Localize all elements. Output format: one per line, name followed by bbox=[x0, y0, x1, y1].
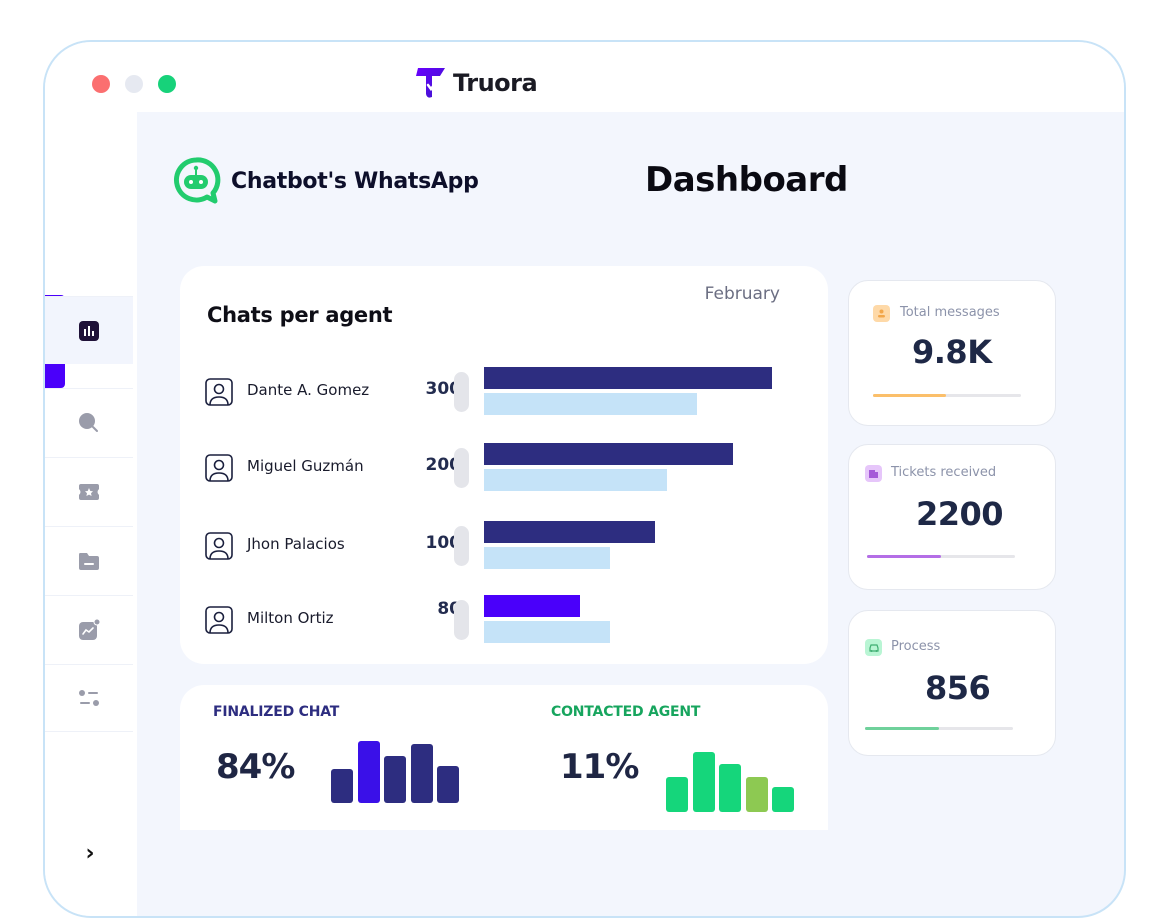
user-avatar-icon bbox=[205, 532, 233, 560]
agent-chat-count: 80 bbox=[437, 599, 461, 619]
truora-logo-icon bbox=[416, 68, 445, 98]
user-icon bbox=[873, 305, 890, 322]
kpi-progress-bar bbox=[867, 555, 1015, 558]
kpi-progress-bar bbox=[865, 727, 1013, 730]
app-header: Chatbot's WhatsApp bbox=[171, 156, 479, 206]
folder-icon bbox=[78, 550, 100, 572]
bar-chart-icon bbox=[78, 320, 100, 342]
kpi-label: Process bbox=[891, 639, 941, 654]
agent-bar-handle bbox=[454, 448, 469, 488]
card-title: Chats per agent bbox=[207, 303, 393, 327]
chats-per-agent-card: Chats per agent February Dante A. Gomez … bbox=[180, 266, 828, 664]
kpi-progress-bar bbox=[873, 394, 1021, 397]
title-bar: Truora bbox=[45, 42, 1124, 112]
kpi-card[interactable]: Total messages 9.8K bbox=[848, 280, 1056, 426]
user-avatar-icon bbox=[205, 606, 233, 634]
minimize-window-button[interactable] bbox=[125, 75, 143, 93]
mini-chart-bar bbox=[692, 752, 715, 812]
close-window-button[interactable] bbox=[92, 75, 110, 93]
ticket-icon bbox=[78, 481, 100, 503]
agent-primary-bar bbox=[484, 521, 655, 543]
kpi-progress-fill bbox=[865, 727, 939, 730]
app-window: Truora › Chatbot's WhatsApp Dashboard Ch… bbox=[43, 40, 1126, 918]
sidebar-item-dashboard[interactable] bbox=[45, 296, 133, 364]
agent-secondary-bar bbox=[484, 469, 667, 491]
mini-chart-bar bbox=[745, 777, 768, 812]
agent-secondary-bar bbox=[484, 621, 610, 643]
finalized-chat-value: 84% bbox=[216, 747, 295, 787]
agent-bar-handle bbox=[454, 372, 469, 412]
sidebar-item-settings[interactable] bbox=[45, 664, 133, 732]
kpi-value: 856 bbox=[925, 669, 991, 707]
agent-row[interactable]: Dante A. Gomez 300 bbox=[205, 367, 805, 417]
agent-name: Jhon Palacios bbox=[247, 535, 345, 553]
mini-chart-bar bbox=[331, 768, 353, 803]
stats-card: FINALIZED CHAT 84% CONTACTED AGENT 11% bbox=[180, 685, 828, 830]
maximize-window-button[interactable] bbox=[158, 75, 176, 93]
agent-primary-bar bbox=[484, 367, 772, 389]
finalized-chat-label: FINALIZED CHAT bbox=[213, 704, 340, 720]
user-avatar-icon bbox=[205, 454, 233, 482]
sidebar-item-folders[interactable] bbox=[45, 526, 133, 594]
mini-chart-bar bbox=[410, 744, 433, 803]
kpi-label: Total messages bbox=[900, 305, 1000, 320]
agent-chat-count: 100 bbox=[425, 533, 462, 553]
brand-name: Truora bbox=[453, 69, 538, 97]
chatbot-icon bbox=[174, 157, 221, 204]
contacted-agent-chart bbox=[666, 742, 796, 812]
kpi-progress-fill bbox=[867, 555, 941, 558]
agent-bar-handle bbox=[454, 600, 469, 640]
agent-primary-bar bbox=[484, 595, 580, 617]
agent-row[interactable]: Milton Ortiz 80 bbox=[205, 595, 805, 645]
mini-chart-bar bbox=[357, 741, 380, 803]
kpi-card[interactable]: Tickets received 2200 bbox=[848, 444, 1056, 590]
agent-row[interactable]: Jhon Palacios 100 bbox=[205, 521, 805, 571]
kpi-value: 9.8K bbox=[912, 333, 992, 371]
kpi-card[interactable]: Process 856 bbox=[848, 610, 1056, 756]
contacted-agent-value: 11% bbox=[560, 747, 639, 787]
agent-secondary-bar bbox=[484, 393, 697, 415]
sidebar-item-search[interactable] bbox=[45, 388, 133, 456]
brand: Truora bbox=[415, 66, 538, 100]
contacted-agent-label: CONTACTED AGENT bbox=[551, 704, 701, 720]
app-title: Chatbot's WhatsApp bbox=[231, 168, 479, 194]
search-icon bbox=[78, 412, 100, 434]
agent-name: Dante A. Gomez bbox=[247, 381, 370, 399]
agent-bar-handle bbox=[454, 526, 469, 566]
car-icon bbox=[865, 639, 882, 656]
trend-chart-icon bbox=[78, 618, 100, 641]
user-avatar-icon bbox=[205, 378, 233, 406]
agent-primary-bar bbox=[484, 443, 733, 465]
sidebar-item-analytics[interactable] bbox=[45, 595, 133, 663]
mini-chart-bar bbox=[719, 764, 741, 812]
agent-row[interactable]: Miguel Guzmán 200 bbox=[205, 443, 805, 493]
agent-name: Miguel Guzmán bbox=[247, 457, 364, 475]
page-title: Dashboard bbox=[645, 160, 848, 200]
mini-chart-bar bbox=[384, 755, 406, 803]
kpi-value: 2200 bbox=[916, 495, 1004, 533]
finalized-chat-chart bbox=[331, 733, 461, 803]
mini-chart-bar bbox=[666, 777, 688, 812]
building-icon bbox=[865, 465, 882, 482]
agent-chat-count: 300 bbox=[425, 379, 462, 399]
mini-chart-bar bbox=[437, 765, 459, 803]
sliders-icon bbox=[78, 687, 100, 709]
chevron-right-icon: › bbox=[85, 840, 95, 866]
kpi-label: Tickets received bbox=[891, 465, 997, 480]
sidebar: › bbox=[45, 112, 137, 916]
agent-chat-count: 200 bbox=[425, 455, 462, 475]
expand-sidebar-button[interactable]: › bbox=[75, 838, 105, 868]
period-selector[interactable]: February bbox=[705, 284, 780, 304]
sidebar-item-tickets[interactable] bbox=[45, 457, 133, 525]
agent-secondary-bar bbox=[484, 547, 610, 569]
kpi-progress-fill bbox=[873, 394, 946, 397]
mini-chart-bar bbox=[772, 787, 794, 812]
agent-name: Milton Ortiz bbox=[247, 609, 334, 627]
